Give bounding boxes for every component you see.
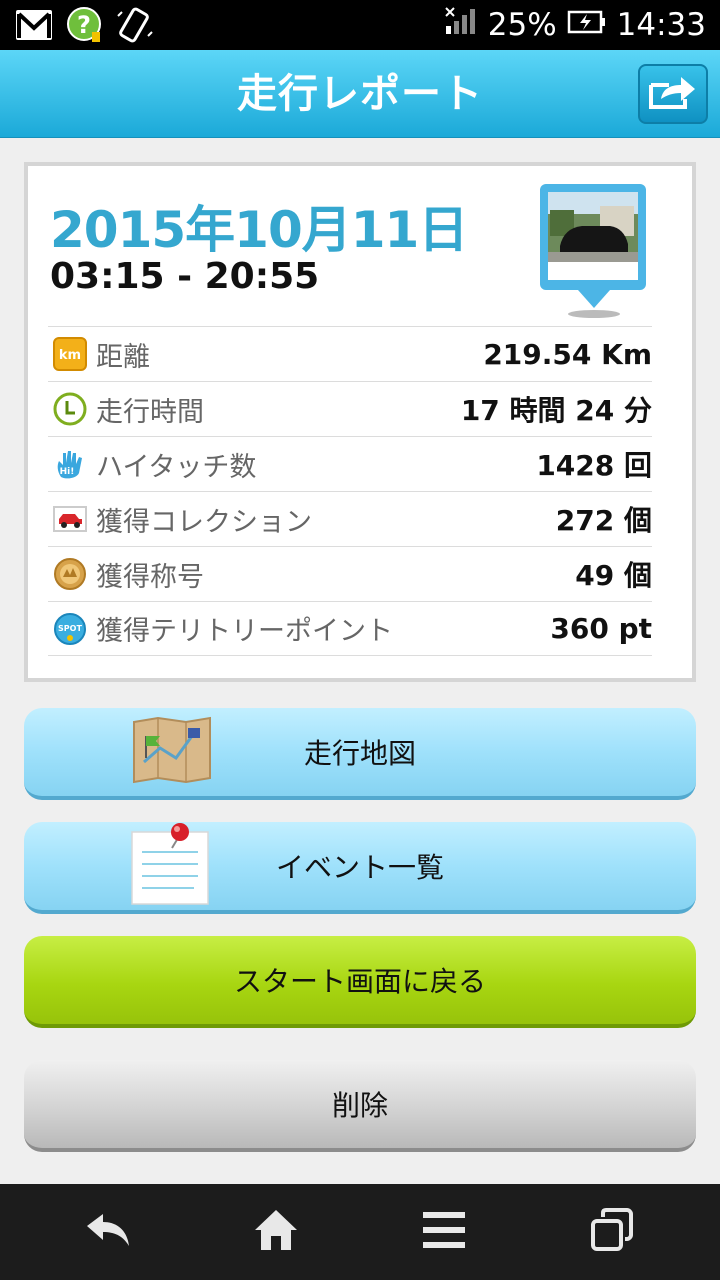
memo-pin-icon: [128, 822, 212, 915]
stat-value-titles: 49 個: [575, 559, 652, 592]
back-nav-button[interactable]: [78, 1206, 138, 1258]
report-time-range: 03:15 - 20:55: [50, 256, 320, 297]
stats-list: km 距離 219.54 Km 走行時間 17 時間 24 分 Hi! ハイタッ…: [48, 326, 652, 656]
delete-label: 削除: [331, 1089, 388, 1122]
help-badge-icon: ?: [64, 6, 104, 44]
delete-button[interactable]: 削除: [24, 1060, 696, 1152]
svg-text:SPOT: SPOT: [58, 624, 82, 633]
recent-apps-nav-button[interactable]: [582, 1206, 642, 1258]
stat-row-titles: 獲得称号 49 個: [48, 546, 652, 601]
menu-icon: [421, 1210, 467, 1254]
medal-icon: [52, 556, 88, 592]
system-nav-bar: [0, 1184, 720, 1280]
drive-map-button[interactable]: 走行地図: [24, 708, 696, 800]
drive-map-label: 走行地図: [303, 737, 416, 770]
stat-row-territory: SPOT 獲得テリトリーポイント 360 pt: [48, 601, 652, 656]
app-header: 走行レポート: [0, 50, 720, 138]
map-icon: [130, 714, 214, 793]
km-icon: km: [52, 336, 88, 372]
hand-icon: Hi!: [52, 446, 88, 482]
home-nav-button[interactable]: [246, 1206, 306, 1258]
stat-value-drive-time: 17 時間 24 分: [460, 394, 652, 427]
photo-pin-button[interactable]: [538, 182, 650, 320]
car-icon: [52, 501, 88, 537]
menu-nav-button[interactable]: [414, 1206, 474, 1258]
stat-row-collection: 獲得コレクション 272 個: [48, 491, 652, 546]
back-to-start-button[interactable]: スタート画面に戻る: [24, 936, 696, 1028]
phone-rotate-icon: [114, 6, 154, 44]
share-button[interactable]: [638, 64, 708, 124]
battery-percent: 25%: [487, 7, 557, 43]
report-card: 2015年10月11日 03:15 - 20:55 km 距離 219.54 K…: [24, 162, 696, 682]
share-icon: [647, 73, 699, 115]
page-title: 走行レポート: [237, 71, 483, 117]
spot-icon: SPOT: [52, 611, 88, 647]
stat-value-territory: 360 pt: [550, 612, 652, 645]
svg-text:Hi!: Hi!: [60, 467, 75, 477]
event-list-label: イベント一覧: [275, 851, 444, 884]
stat-row-drive-time: 走行時間 17 時間 24 分: [48, 381, 652, 436]
clock-time: 14:33: [616, 7, 706, 43]
clock-icon: [52, 391, 88, 427]
svg-text:km: km: [59, 348, 81, 363]
stat-value-high-touch: 1428 回: [536, 449, 652, 482]
stat-row-distance: km 距離 219.54 Km: [48, 326, 652, 381]
status-bar: ? 25% 14:33: [0, 0, 720, 50]
stat-row-high-touch: Hi! ハイタッチ数 1428 回: [48, 436, 652, 491]
home-icon: [253, 1208, 299, 1256]
stat-value-distance: 219.54 Km: [483, 337, 652, 371]
gmail-icon: [14, 6, 54, 44]
back-to-start-label: スタート画面に戻る: [233, 965, 486, 998]
svg-text:?: ?: [77, 11, 91, 39]
report-date: 2015年10月11日: [50, 201, 468, 259]
back-arrow-icon: [83, 1210, 133, 1254]
battery-charging-icon: [567, 7, 607, 43]
stat-value-collection: 272 個: [555, 504, 652, 537]
signal-icon: [444, 6, 478, 44]
event-list-button[interactable]: イベント一覧: [24, 822, 696, 914]
recent-apps-icon: [589, 1207, 635, 1257]
